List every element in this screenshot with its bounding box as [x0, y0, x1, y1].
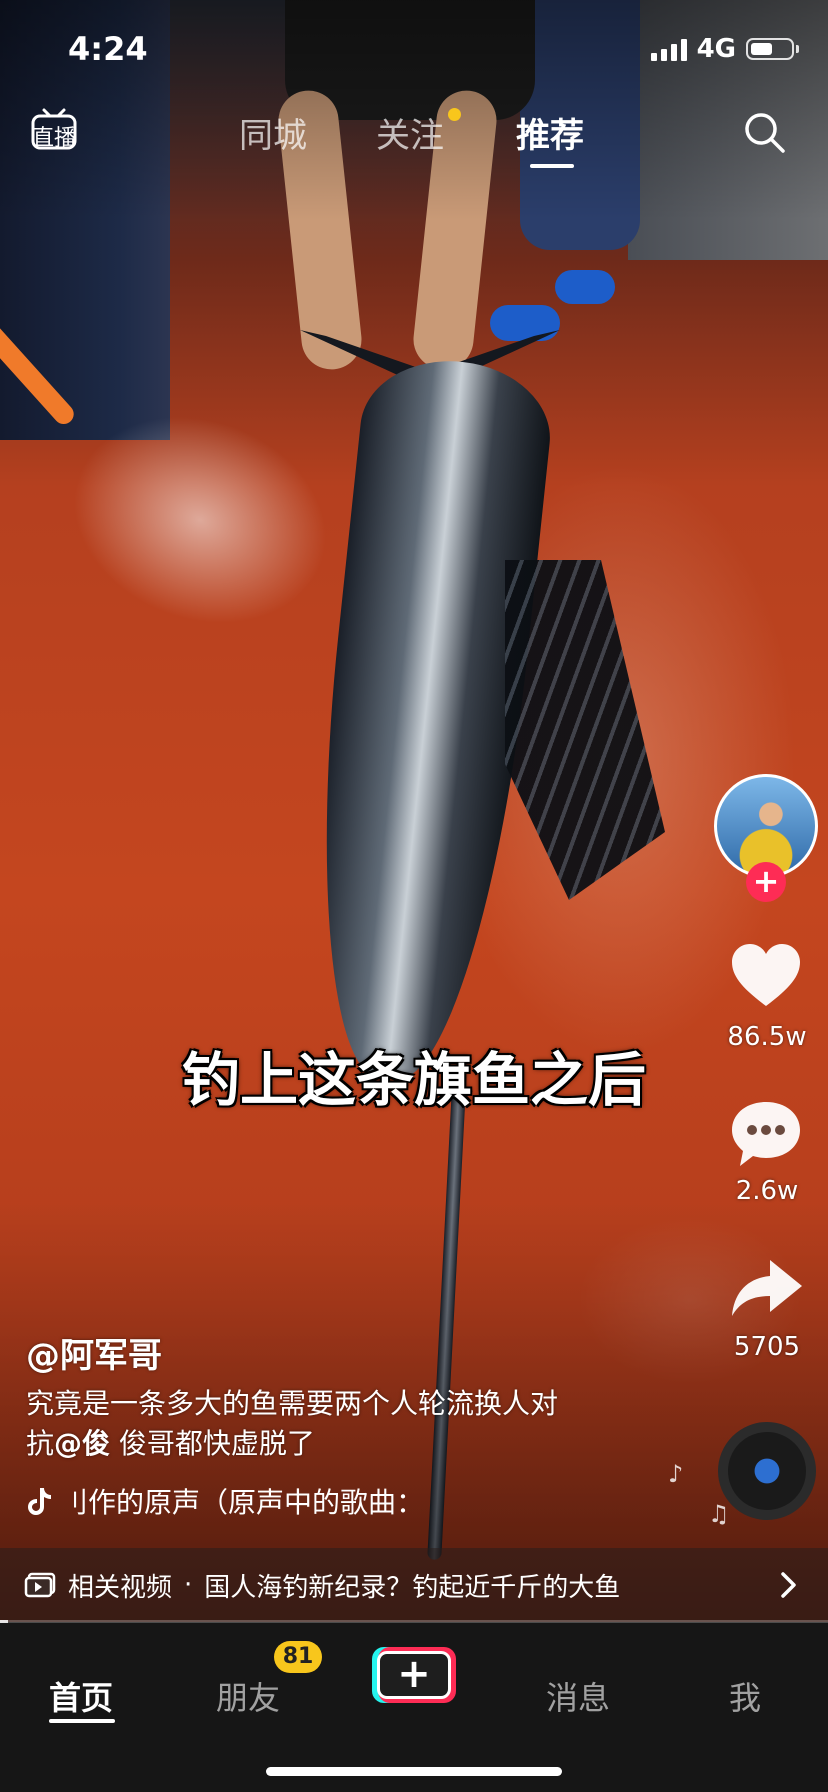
- music-note-icon: ♫: [708, 1500, 730, 1528]
- bottom-tab-bar: 首页 朋友 81 + 消息 我: [0, 1623, 828, 1792]
- related-separator: ·: [184, 1570, 193, 1600]
- plus-icon: +: [397, 1651, 431, 1697]
- status-time: 4:24: [68, 30, 148, 68]
- comment-count: 2.6w: [735, 1176, 799, 1206]
- author-name[interactable]: @阿军哥: [26, 1328, 162, 1377]
- video-description[interactable]: 究竟是一条多大的鱼需要两个人轮流换人对 抗@俊 俊哥都快虚脱了: [26, 1384, 636, 1464]
- mention-link[interactable]: @俊: [54, 1427, 110, 1460]
- related-videos-bar[interactable]: 相关视频 · 国人海钓新纪录？钓起近千斤的大鱼: [0, 1548, 828, 1622]
- sailfish-fin: [505, 560, 665, 900]
- tab-following[interactable]: 关注: [376, 108, 444, 157]
- home-active-indicator: [49, 1719, 115, 1723]
- like-heart-icon[interactable]: [728, 940, 804, 1016]
- music-disc-icon[interactable]: [718, 1422, 816, 1520]
- video-player[interactable]: [0, 0, 828, 1622]
- share-count: 5705: [733, 1332, 801, 1362]
- tab-friends[interactable]: 朋友: [216, 1673, 280, 1719]
- tiktok-icon: [28, 1488, 51, 1515]
- status-indicators: 4G: [650, 34, 799, 64]
- battery-icon: [746, 38, 799, 60]
- following-new-dot: [448, 108, 461, 121]
- related-label: 相关视频: [68, 1572, 173, 1603]
- description-line: 究竟是一条多大的鱼需要两个人轮流换人对: [26, 1387, 559, 1420]
- tab-messages[interactable]: 消息: [546, 1673, 610, 1719]
- comment-icon[interactable]: [728, 1096, 804, 1172]
- description-text: 俊哥都快虚脱了: [110, 1427, 315, 1460]
- tab-recommended[interactable]: 推荐: [516, 108, 584, 157]
- related-title: 国人海钓新纪录？钓起近千斤的大鱼: [204, 1572, 621, 1603]
- music-info[interactable]: 刂作的原声（原声中的歌曲：: [26, 1481, 480, 1521]
- top-nav: 直播 同城 关注 推荐: [0, 96, 828, 172]
- live-label: 直播: [32, 126, 77, 151]
- signal-icon: [650, 37, 687, 61]
- active-tab-indicator: [530, 164, 574, 168]
- tab-home[interactable]: 首页: [49, 1673, 113, 1719]
- music-note-icon: ♪: [668, 1460, 684, 1488]
- battery-level: [751, 43, 772, 55]
- status-bar: 4:24 4G: [0, 0, 828, 96]
- chevron-right-icon: [781, 1572, 796, 1598]
- slipper: [555, 270, 615, 304]
- tab-me[interactable]: 我: [729, 1673, 761, 1719]
- plus-icon: +: [752, 862, 780, 900]
- description-text: 抗: [26, 1427, 55, 1460]
- music-title: 刂作的原声（原声中的歌曲：: [60, 1486, 425, 1519]
- create-button[interactable]: +: [372, 1647, 456, 1703]
- search-icon[interactable]: [742, 110, 788, 156]
- like-count: 86.5w: [727, 1022, 807, 1052]
- follow-button[interactable]: +: [746, 862, 786, 902]
- friends-badge: 81: [274, 1641, 322, 1673]
- network-type: 4G: [696, 34, 736, 64]
- slipper: [490, 305, 560, 341]
- description-line: 抗@俊 俊哥都快虚脱了: [26, 1424, 636, 1464]
- related-video-icon: [24, 1572, 56, 1598]
- tab-nearby[interactable]: 同城: [239, 108, 307, 157]
- share-icon[interactable]: [728, 1252, 804, 1328]
- home-indicator: [266, 1767, 562, 1776]
